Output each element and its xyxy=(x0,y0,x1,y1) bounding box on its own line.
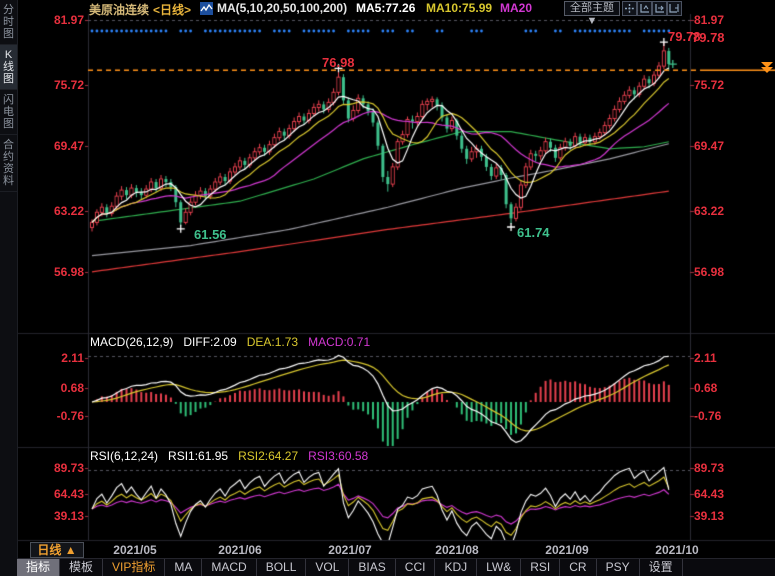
axis-label: 69.47 xyxy=(22,139,84,153)
axis-label: 64.43 xyxy=(694,487,724,501)
axis-label: 64.43 xyxy=(22,487,84,501)
axis-label: 63.22 xyxy=(694,204,724,218)
axis-label: 75.72 xyxy=(22,78,84,92)
toolbar-item-VOL[interactable]: VOL xyxy=(306,559,349,576)
macd-diff-value: DIFF:2.09 xyxy=(183,335,236,349)
sidebar-tab-分时图[interactable]: 分时图 xyxy=(0,0,17,45)
sidebar-tab-合约资料[interactable]: 合约资料 xyxy=(0,135,17,192)
axis-label: 2.11 xyxy=(694,351,717,365)
x-axis-scale-icon[interactable] xyxy=(652,1,667,16)
period-label[interactable]: <日线> xyxy=(153,1,191,18)
axis-label: 69.47 xyxy=(694,139,724,153)
toolbar-item-BOLL[interactable]: BOLL xyxy=(257,559,307,576)
axis-label: 89.73 xyxy=(694,461,724,475)
toolbar-item-MACD[interactable]: MACD xyxy=(202,559,256,576)
date-label: 2021/08 xyxy=(435,543,478,557)
trading-app-window: 分时图K线图闪电图合约资料 美原油连续 <日线> MA(5,10,20,50,1… xyxy=(0,0,775,576)
macd-value: MACD:0.71 xyxy=(308,335,370,349)
reset-scale-icon[interactable] xyxy=(667,1,682,16)
rsi2-value: RSI2:64.27 xyxy=(238,449,298,463)
date-label: 2021/10 xyxy=(655,543,698,557)
toolbar-item-VIP指标[interactable]: VIP指标 xyxy=(103,559,165,576)
axis-label: 39.13 xyxy=(694,509,724,523)
macd-dea-value: DEA:1.73 xyxy=(247,335,298,349)
macd-panel-header: MACD(26,12,9) DIFF:2.09 DEA:1.73 MACD:0.71 xyxy=(90,335,380,349)
toolbar-item-MA[interactable]: MA xyxy=(165,559,202,576)
toolbar-item-CR[interactable]: CR xyxy=(560,559,596,576)
toolbar-item-RSI[interactable]: RSI xyxy=(521,559,560,576)
toolbar-item-设置[interactable]: 设置 xyxy=(640,559,683,576)
date-label: 2021/09 xyxy=(545,543,588,557)
rsi-name: RSI(6,12,24) xyxy=(90,449,158,463)
toolbar-item-LW&[interactable]: LW& xyxy=(477,559,521,576)
toolbar-item-CCI[interactable]: CCI xyxy=(396,559,436,576)
macd-name: MACD(26,12,9) xyxy=(90,335,173,349)
axis-label: 0.68 xyxy=(694,381,717,395)
axis-label: 0.68 xyxy=(22,381,84,395)
axis-label: -0.76 xyxy=(694,409,721,423)
ma20-value: MA20 xyxy=(500,1,532,15)
axis-label: 39.13 xyxy=(22,509,84,523)
toolbar-item-BIAS[interactable]: BIAS xyxy=(349,559,395,576)
toolbar-item-模板[interactable]: 模板 xyxy=(60,559,103,576)
axis-label: 56.98 xyxy=(22,265,84,279)
current-price-label: 79.78 xyxy=(692,30,725,45)
indicator-logo-icon xyxy=(200,2,213,18)
period-selector-button[interactable]: 日线 ▲ xyxy=(30,542,84,558)
axis-label: 75.72 xyxy=(694,78,724,92)
date-label: 2021/07 xyxy=(328,543,371,557)
axis-label: 89.73 xyxy=(22,461,84,475)
rsi1-value: RSI1:61.95 xyxy=(168,449,228,463)
date-label: 2021/06 xyxy=(218,543,261,557)
symbol-name[interactable]: 美原油连续 xyxy=(89,1,149,18)
axis-label: 2.11 xyxy=(22,351,84,365)
toolbar-item-PSY[interactable]: PSY xyxy=(597,559,640,576)
ma-overlay-label: MA(5,10,20,50,100,200) xyxy=(217,1,347,15)
y-axis-scale-icon[interactable] xyxy=(637,1,652,16)
chart-canvas[interactable] xyxy=(0,0,775,576)
latest-price-marker-icon[interactable] xyxy=(761,62,774,75)
axis-label: 81.97 xyxy=(694,13,724,27)
axis-label: 81.97 xyxy=(22,13,84,27)
toolbar-item-KDJ[interactable]: KDJ xyxy=(435,559,477,576)
theme-dropdown[interactable]: 全部主题▼ xyxy=(564,1,620,16)
toolbar-item-指标[interactable]: 指标 xyxy=(17,559,60,576)
aug-low-annotation: 61.74 xyxy=(517,225,550,240)
ma10-value: MA10:75.99 xyxy=(426,1,492,15)
axis-label: -0.76 xyxy=(22,409,84,423)
pan-crosshair-icon[interactable] xyxy=(622,1,637,16)
axis-label: 56.98 xyxy=(694,265,724,279)
rsi-panel-header: RSI(6,12,24) RSI1:61.95 RSI2:64.27 RSI3:60.… xyxy=(90,449,378,463)
may-low-annotation: 61.56 xyxy=(194,227,227,242)
indicator-toolbar: 指标模板VIP指标MAMACDBOLLVOLBIASCCIKDJLW&RSICR… xyxy=(17,558,775,576)
left-sidebar: 分时图K线图闪电图合约资料 xyxy=(0,0,18,576)
rsi3-value: RSI3:60.58 xyxy=(308,449,368,463)
axis-label: 63.22 xyxy=(22,204,84,218)
date-label: 2021/05 xyxy=(113,543,156,557)
ma5-value: MA5:77.26 xyxy=(356,1,415,15)
sidebar-tab-闪电图[interactable]: 闪电图 xyxy=(0,90,17,135)
sidebar-tab-K线图[interactable]: K线图 xyxy=(0,45,17,90)
july-high-annotation: 76.98 xyxy=(322,55,355,70)
